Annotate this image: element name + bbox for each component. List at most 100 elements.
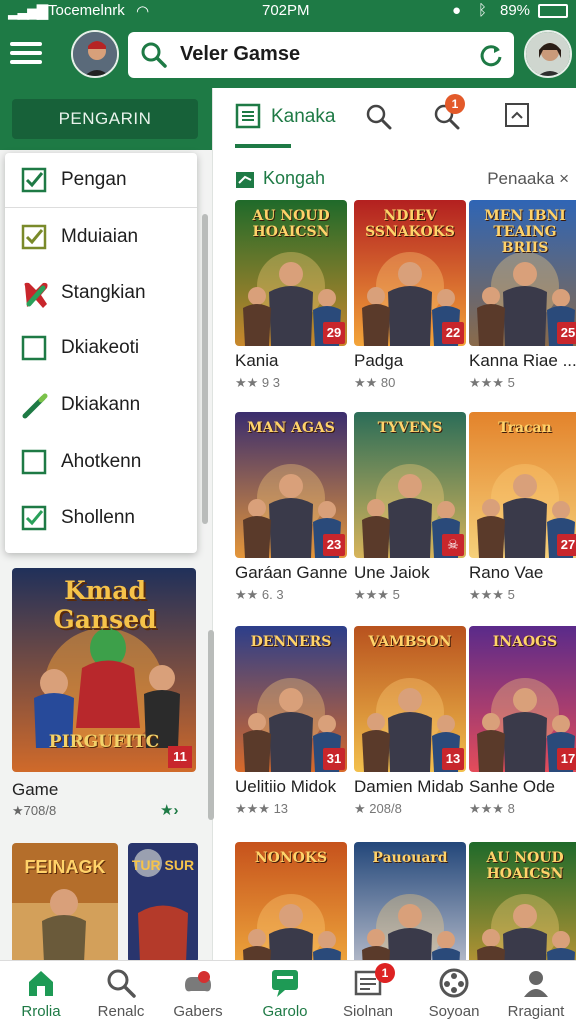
game-card[interactable]: Tracan 27 Rano Vae ★★★ 5 <box>469 412 576 602</box>
game-title[interactable]: Kanna Riae ... <box>469 351 576 371</box>
game-card[interactable]: TYVENS ☠ Une Jaiok ★★★ 5 <box>354 412 466 602</box>
checkbox-checked-icon[interactable] <box>21 505 47 531</box>
left-tile-title: FEINAGK <box>24 857 106 877</box>
game-art[interactable]: INAOGS 17 <box>469 626 576 772</box>
profile-icon <box>524 971 548 997</box>
menu-item-mduiaian[interactable]: Mduiaian <box>5 210 197 266</box>
menu-scrollbar[interactable] <box>202 214 208 524</box>
menu-item-ahotkenn[interactable]: Ahotkenn <box>5 435 197 491</box>
nav-gabers[interactable]: Gabers <box>157 961 239 1024</box>
section-more[interactable]: Penaaka × <box>487 169 569 189</box>
nav-label: Rrolia <box>21 1003 61 1020</box>
game-title[interactable]: Une Jaiok <box>354 563 466 583</box>
filter-menu: Pengan Mduiaian Stangkian Dkiakeoti Dkia… <box>5 153 197 553</box>
search-bar[interactable]: Veler Gamse <box>128 32 514 78</box>
bluetooth-icon: ᛒ <box>478 2 488 19</box>
left-tile[interactable]: FEINAGK <box>12 843 118 963</box>
menu-item-label: Dkiakann <box>61 394 141 415</box>
game-card[interactable]: VAMBSON 13 Damien Midab ★ 208/8 <box>354 626 466 816</box>
game-art[interactable]: MAN AGAS 23 <box>235 412 347 558</box>
game-title[interactable]: Damien Midab <box>354 777 466 797</box>
signal-icon: ▂▃▅▇ <box>8 3 48 20</box>
list-icon[interactable] <box>235 103 261 129</box>
game-art[interactable]: NDIEV SSNAKOKS 22 <box>354 200 466 346</box>
menu-item-label: Stangkian <box>61 282 146 303</box>
tab-kanaka[interactable]: Kanaka <box>271 106 335 128</box>
featured-game-art[interactable]: Kmad Gansed PIRGUFITC 11 <box>12 568 196 772</box>
game-art[interactable]: DENNERS 31 <box>235 626 347 772</box>
search-input[interactable]: Veler Gamse <box>180 43 300 66</box>
notification-badge: 1 <box>445 94 465 114</box>
nav-label: Renalc <box>97 1003 145 1020</box>
rating-badge: 13 <box>442 748 464 770</box>
content-scrollbar[interactable] <box>208 630 214 820</box>
game-title[interactable]: Kania <box>235 351 347 371</box>
avatar[interactable] <box>71 30 119 78</box>
game-art[interactable]: Tracan 27 <box>469 412 576 558</box>
game-card[interactable]: AU NOUD HOAICSN 29 Kania ★★ 9 3 <box>235 200 347 390</box>
menu-item-label: Pengan <box>61 169 127 190</box>
search-icon[interactable] <box>365 103 393 131</box>
game-rating: ★★ 80 <box>354 375 396 390</box>
game-title[interactable]: Uelitiio Midok <box>235 777 347 797</box>
menu-item-label: Ahotkenn <box>61 451 142 472</box>
left-tile[interactable]: TUR SUR <box>128 843 198 963</box>
menu-item-stangkian[interactable]: Stangkian <box>5 266 197 322</box>
nav-label: Soyoan <box>428 1003 480 1020</box>
section-header: Kongah Penaaka × <box>235 168 575 192</box>
nav-rrolia[interactable]: Rrolia <box>0 961 82 1024</box>
game-card[interactable]: NDIEV SSNAKOKS 22 Padga ★★ 80 <box>354 200 466 390</box>
game-art-title: AU NOUD HOAICSN <box>486 850 564 882</box>
menu-item-label: Mduiaian <box>61 226 139 247</box>
game-card[interactable]: MAN AGAS 23 Garáan Ganne ★★ 6. 3 <box>235 412 347 602</box>
carrier-label: Tocemelnrk <box>48 2 125 19</box>
game-art[interactable]: VAMBSON 13 <box>354 626 466 772</box>
close-icon[interactable]: × <box>559 169 569 188</box>
nav-label: Rragiant <box>507 1003 565 1020</box>
nav-soyoan[interactable]: Soyoan <box>413 961 495 1024</box>
game-art[interactable]: MEN IBNI TEAING BRIIS 25 <box>469 200 576 346</box>
tab-indicator <box>235 144 291 148</box>
game-art[interactable]: TYVENS ☠ <box>354 412 466 558</box>
checkbox-empty-icon[interactable] <box>21 335 47 361</box>
game-rating: ★ 208/8 <box>354 801 402 816</box>
nav-renalc[interactable]: Renalc <box>80 961 162 1024</box>
checkbox-checked-icon[interactable] <box>21 224 47 250</box>
game-title[interactable]: Padga <box>354 351 466 371</box>
profile-avatar[interactable] <box>524 30 572 78</box>
menu-item-pengan[interactable]: Pengan <box>5 153 197 209</box>
menu-icon[interactable] <box>10 42 42 66</box>
featured-game-title[interactable]: Game <box>12 780 58 800</box>
section-more-label: Penaaka <box>487 169 555 188</box>
game-card[interactable]: DENNERS 31 Uelitiio Midok ★★★ 13 <box>235 626 347 816</box>
nav-garolo[interactable]: Garolo <box>244 961 326 1024</box>
menu-item-dkiakann[interactable]: Dkiakann <box>5 378 197 434</box>
game-art-title: MAN AGAS <box>247 420 335 436</box>
game-title[interactable]: Rano Vae <box>469 563 576 583</box>
main-panel: Kanaka 1 Kongah Penaaka × AU NOUD HOAICS… <box>212 88 576 988</box>
game-card[interactable]: MEN IBNI TEAING BRIIS 25 Kanna Riae ... ★★★… <box>469 200 576 390</box>
expand-icon[interactable] <box>504 102 530 128</box>
game-title[interactable]: Garáan Ganne <box>235 563 347 583</box>
game-title[interactable]: Sanhe Ode <box>469 777 576 797</box>
nav-label: Gabers <box>173 1003 223 1020</box>
game-art[interactable]: AU NOUD HOAICSN 29 <box>235 200 347 346</box>
game-rating: ★★★ 5 <box>469 587 515 602</box>
rating-badge: 31 <box>323 748 345 770</box>
menu-item-label: Dkiakeoti <box>61 337 140 358</box>
game-card[interactable]: INAOGS 17 Sanhe Ode ★★★ 8 <box>469 626 576 816</box>
menu-item-label: Shollenn <box>61 507 135 528</box>
share-icon[interactable]: ★› <box>160 801 178 819</box>
pengarin-button[interactable]: PENGARIN <box>12 99 198 139</box>
nav-siolnan[interactable]: 1 Siolnan <box>327 961 409 1024</box>
game-art-title: NONOKS <box>254 850 328 866</box>
left-tile-title: TUR SUR <box>131 857 195 873</box>
nav-rragiant[interactable]: Rragiant <box>495 961 576 1024</box>
game-rating: ★★ 9 3 <box>235 375 280 390</box>
game-art-title: AU NOUD HOAICSN <box>252 208 330 240</box>
checkbox-checked-icon[interactable] <box>21 167 47 193</box>
checkbox-empty-icon[interactable] <box>21 449 47 475</box>
refresh-icon[interactable] <box>478 42 504 68</box>
menu-item-dkiakeoti[interactable]: Dkiakeoti <box>5 321 197 377</box>
menu-item-shollenn[interactable]: Shollenn <box>5 491 197 547</box>
